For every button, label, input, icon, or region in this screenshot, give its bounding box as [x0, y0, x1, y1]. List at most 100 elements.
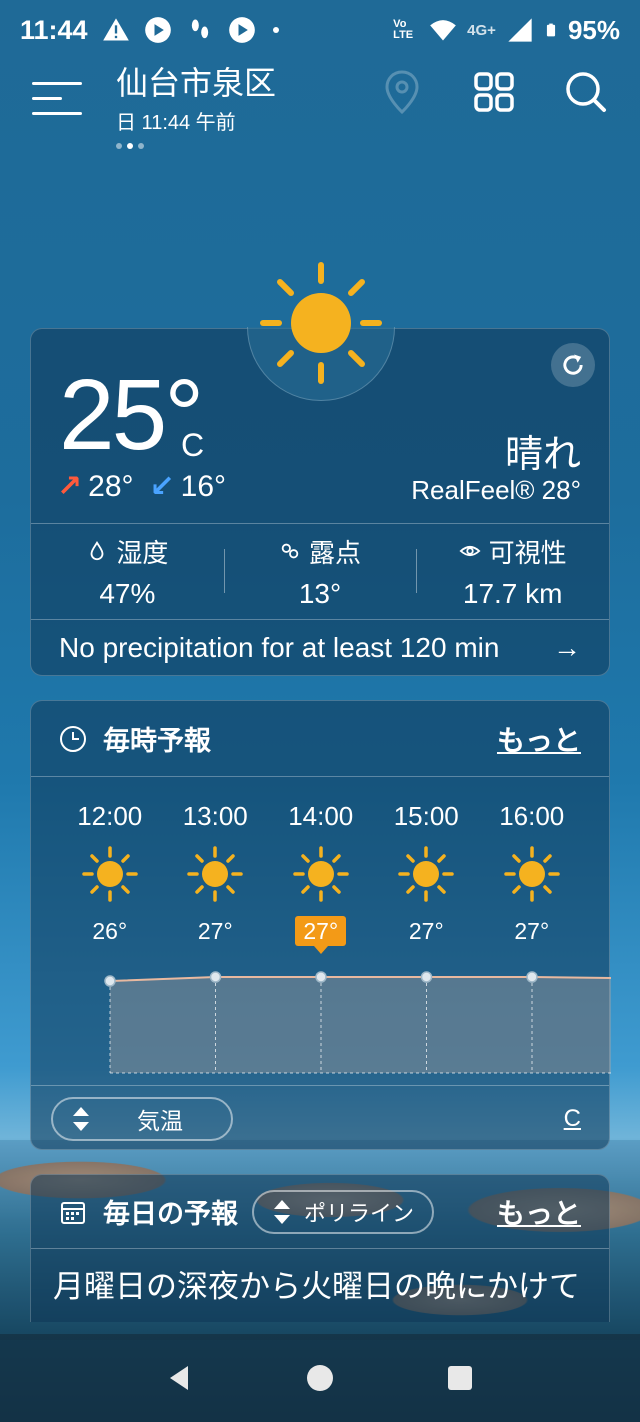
page-dot [138, 143, 144, 149]
city-name: 仙台市泉区 [116, 65, 277, 101]
status-bar: 11:44 Vo LTE 4G+ 95% [0, 0, 640, 60]
hour-time: 16:00 [499, 801, 565, 831]
back-icon [170, 1366, 188, 1390]
hour-item[interactable]: 13:00 27° [163, 801, 269, 946]
low-temperature: 16° [180, 469, 227, 503]
hourly-forecast-card: 毎時予報 もっと 12:00 26° 13:00 27° 14:00 27° 15:00 27… [30, 700, 611, 1150]
volte-badge: Vo LTE [393, 18, 414, 41]
weather-condition: 晴れ [504, 434, 581, 476]
wifi-icon [430, 20, 457, 41]
hour-time: 14:00 [288, 801, 354, 831]
graph-point [104, 975, 116, 987]
hourly-title: 毎時予報 [103, 726, 211, 756]
graph-area [110, 977, 611, 1073]
sun-icon [398, 846, 454, 902]
high-low: ↗ 28° ↙ 16° [57, 469, 226, 504]
home-button[interactable] [300, 1358, 340, 1398]
graph-point [420, 971, 433, 983]
stat-label: 湿度 [116, 537, 169, 568]
current-temperature: 25° [59, 359, 204, 471]
warning-icon [102, 18, 129, 41]
stat-value: 13° [298, 577, 342, 609]
refresh-icon [563, 354, 583, 375]
hourly-header: 毎時予報 もっと [31, 701, 609, 777]
back-button[interactable] [160, 1358, 200, 1398]
more-dot-icon [272, 27, 279, 33]
stat-value: 47% [99, 577, 156, 609]
arrow-down-icon: ↙ [149, 470, 175, 503]
footsteps-icon [191, 19, 208, 39]
hour-item[interactable]: 15:00 27° [374, 801, 480, 946]
temperature-unit: C [181, 427, 205, 463]
refresh-button[interactable] [551, 343, 595, 387]
graph-point [526, 971, 538, 983]
daily-forecast-card: 毎日の予報 ポリライン もっと 月曜日の深夜から火曜日の晩にかけて [30, 1174, 610, 1322]
metric-toggle[interactable]: 気温 [51, 1096, 233, 1141]
hour-time: 13:00 [182, 801, 248, 831]
stat-visibility: 可視性 17.7 km [416, 525, 609, 617]
hour-temperature: 27° [295, 916, 347, 954]
droplet-icon [90, 540, 104, 561]
hourly-list[interactable]: 12:00 26° 13:00 27° 14:00 27° 15:00 27° 16:00 27° [57, 801, 609, 954]
hourly-more-link[interactable]: もっと [497, 719, 581, 759]
precipitation-text: No precipitation for at least 120 min [59, 632, 500, 663]
stat-humidity: 湿度 47% [31, 525, 224, 617]
hour-temperature: 26° [92, 917, 128, 944]
stat-dewpoint: 露点 13° [223, 525, 417, 617]
divider [31, 523, 609, 524]
hour-time: 15:00 [393, 801, 459, 831]
stat-label: 可視性 [488, 537, 567, 568]
local-time: 日 11:44 午前 [116, 112, 236, 134]
sort-icon [73, 1106, 89, 1131]
graph-point [209, 971, 222, 983]
page-dot-active [127, 143, 133, 149]
daily-header: 毎日の予報 ポリライン もっと [31, 1175, 609, 1249]
realfeel: RealFeel® 28° [411, 475, 581, 505]
stat-label: 露点 [309, 537, 362, 568]
sun-icon [260, 262, 382, 384]
page-dot [116, 143, 122, 149]
app-header: 仙台市泉区 日 11:44 午前 [0, 60, 640, 150]
high-temperature: 28° [88, 469, 134, 503]
network-type: 4G+ [467, 21, 496, 39]
location-pin-icon[interactable] [378, 68, 426, 116]
play-icon-2 [228, 17, 255, 43]
stats-row: 湿度 47% 露点 13° 可視性 17.7 km [31, 525, 609, 617]
sun-icon [504, 846, 560, 902]
signal-icon [508, 18, 532, 42]
battery-level: 95% [567, 14, 620, 45]
recents-icon [448, 1366, 472, 1390]
grid-icon[interactable] [470, 68, 518, 116]
graph-point [315, 971, 327, 983]
location-title[interactable]: 仙台市泉区 日 11:44 午前 [116, 64, 276, 149]
system-nav-bar [0, 1334, 640, 1422]
recents-button[interactable] [440, 1358, 480, 1398]
unit-toggle[interactable]: C [564, 1105, 581, 1133]
battery-icon [546, 23, 556, 37]
stat-value: 17.7 km [462, 577, 563, 609]
clock-icon [60, 725, 86, 752]
precipitation-row[interactable]: No precipitation for at least 120 min → [31, 619, 609, 677]
menu-icon[interactable] [30, 74, 86, 124]
home-icon [307, 1365, 333, 1391]
hour-item[interactable]: 16:00 27° [479, 801, 585, 946]
search-icon[interactable] [562, 68, 610, 116]
metric-toggle-label: 気温 [137, 1107, 183, 1134]
hour-time: 12:00 [77, 801, 143, 831]
daily-title: 毎日の予報 [103, 1199, 238, 1229]
sort-icon [274, 1199, 290, 1224]
current-conditions-card[interactable]: 25° C ↗ 28° ↙ 16° 晴れ RealFeel® 28° 湿度 47… [30, 262, 610, 677]
arrow-up-icon: ↗ [57, 470, 83, 503]
hour-item[interactable]: 12:00 26° [57, 801, 163, 946]
chart-style-label: ポリライン [304, 1200, 415, 1226]
daily-more-link[interactable]: もっと [497, 1192, 581, 1232]
hour-temperature: 27° [408, 917, 444, 944]
eye-icon [459, 545, 481, 557]
sun-icon [187, 846, 243, 902]
chart-style-toggle[interactable]: ポリライン [252, 1189, 434, 1234]
dewpoint-icon [281, 543, 299, 559]
sun-icon [293, 846, 349, 902]
temperature-graph [104, 971, 611, 1074]
arrow-right-icon: → [553, 632, 581, 663]
hour-item[interactable]: 14:00 27° [268, 801, 374, 954]
